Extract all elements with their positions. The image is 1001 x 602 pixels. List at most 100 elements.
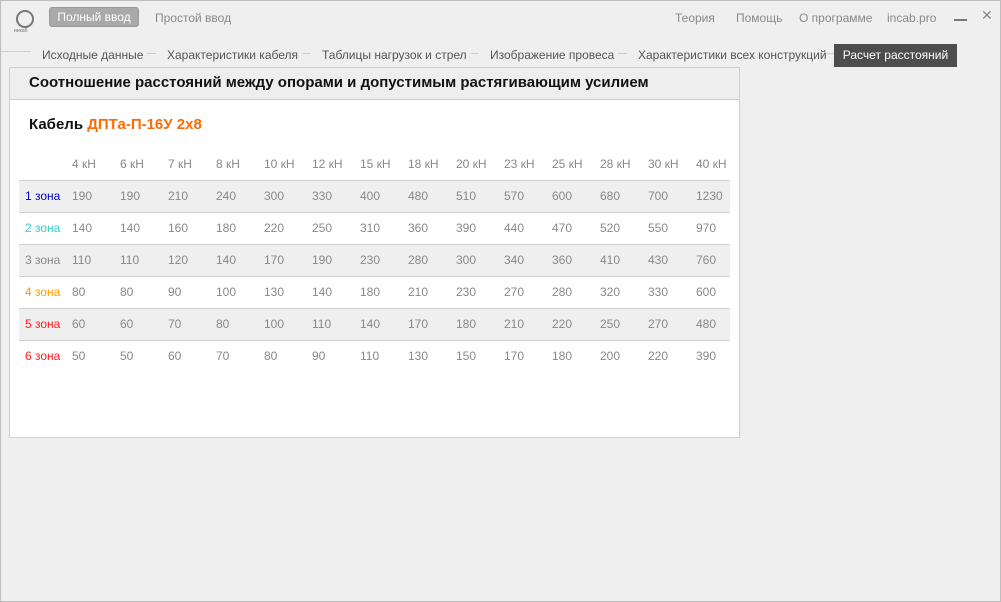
cable-label: Кабель	[29, 116, 84, 133]
about-link[interactable]: О программе	[799, 11, 872, 25]
table-row: 4 зона 80 80 90 100 130 140 180 210 230 270 280 320 3…	[19, 275, 730, 308]
tab-separator	[618, 53, 627, 54]
column-header: 23 кН	[504, 156, 535, 171]
distance-cell: 130	[259, 275, 307, 308]
distance-cell: 410	[595, 243, 643, 276]
column-header: 6 кН	[120, 156, 144, 171]
distance-cell: 320	[595, 275, 643, 308]
distance-cell: 170	[403, 307, 451, 340]
tab-distance-calc[interactable]: Расчет расстояний	[834, 44, 957, 67]
distance-cell: 210	[403, 275, 451, 308]
distance-cell: 220	[643, 339, 691, 372]
tab-cable-characteristics[interactable]: Характеристики кабеля	[167, 48, 298, 62]
column-header: 30 кН	[648, 156, 679, 171]
distance-cell: 140	[307, 275, 355, 308]
distance-cell: 180	[355, 275, 403, 308]
distance-cell: 100	[211, 275, 259, 308]
distance-cell: 140	[67, 211, 115, 244]
distance-cell: 230	[355, 243, 403, 276]
column-header: 15 кН	[360, 156, 391, 171]
cable-name: ДПТа-П-16У 2х8	[87, 116, 202, 133]
distance-cell: 300	[259, 179, 307, 212]
tab-separator	[470, 53, 479, 54]
distance-cell: 100	[259, 307, 307, 340]
distance-table: 4 кН 6 кН 7 кН 8 кН 10 кН 12 кН 15 кН 18 кН 20 к…	[19, 148, 730, 372]
distance-cell: 60	[115, 307, 163, 340]
distance-cell: 140	[115, 211, 163, 244]
distance-cell: 680	[595, 179, 643, 212]
distance-cell: 110	[355, 339, 403, 372]
distance-cell: 480	[403, 179, 451, 212]
distance-cell: 190	[115, 179, 163, 212]
logo-text: инкаб	[14, 28, 28, 34]
distance-cell: 110	[67, 243, 115, 276]
tab-all-constructions[interactable]: Характеристики всех конструкций	[638, 48, 827, 62]
distance-cell: 510	[451, 179, 499, 212]
distance-cell: 60	[163, 339, 211, 372]
distance-cell: 140	[211, 243, 259, 276]
distance-cell: 50	[67, 339, 115, 372]
column-header: 7 кН	[168, 156, 192, 171]
distance-cell: 400	[355, 179, 403, 212]
distance-cell: 550	[643, 211, 691, 244]
distance-cell: 90	[307, 339, 355, 372]
distance-cell: 600	[691, 275, 730, 308]
tab-separator	[302, 53, 311, 54]
distance-cell: 700	[643, 179, 691, 212]
column-header: 12 кН	[312, 156, 343, 171]
distance-cell: 1230	[691, 179, 730, 212]
distance-cell: 80	[259, 339, 307, 372]
distance-cell: 330	[307, 179, 355, 212]
distance-cell: 570	[499, 179, 547, 212]
distance-cell: 230	[451, 275, 499, 308]
theory-link[interactable]: Теория	[675, 11, 715, 25]
site-link[interactable]: incab.pro	[887, 11, 936, 25]
distance-cell: 280	[547, 275, 595, 308]
distance-cell: 760	[691, 243, 730, 276]
distance-cell: 70	[211, 339, 259, 372]
minimize-icon[interactable]	[954, 9, 967, 21]
distance-cell: 170	[259, 243, 307, 276]
distance-cell: 390	[451, 211, 499, 244]
zone-label: 3 зона	[19, 243, 67, 276]
distance-cell: 270	[499, 275, 547, 308]
distance-cell: 120	[163, 243, 211, 276]
distance-cell: 310	[355, 211, 403, 244]
zone-label: 2 зона	[19, 211, 67, 244]
distance-cell: 340	[499, 243, 547, 276]
distance-cell: 60	[67, 307, 115, 340]
zone-label: 1 зона	[19, 179, 67, 212]
tab-separator	[147, 53, 156, 54]
distance-cell: 360	[547, 243, 595, 276]
distance-cell: 80	[67, 275, 115, 308]
tab-source-data[interactable]: Исходные данные	[42, 48, 143, 62]
distance-cell: 250	[595, 307, 643, 340]
column-header: 8 кН	[216, 156, 240, 171]
distance-cell: 330	[643, 275, 691, 308]
logo-icon	[16, 10, 34, 28]
column-header: 4 кН	[72, 156, 96, 171]
distance-cell: 170	[499, 339, 547, 372]
distance-cell: 430	[643, 243, 691, 276]
column-header: 40 кН	[696, 156, 727, 171]
distance-cell: 520	[595, 211, 643, 244]
distance-cell: 180	[211, 211, 259, 244]
distance-cell: 110	[115, 243, 163, 276]
distance-cell: 180	[451, 307, 499, 340]
distance-cell: 160	[163, 211, 211, 244]
close-icon[interactable]: ✕	[981, 7, 993, 24]
distance-panel: Соотношение расстояний между опорами и д…	[9, 67, 740, 438]
column-header: 18 кН	[408, 156, 439, 171]
full-input-button[interactable]: Полный ввод	[49, 7, 139, 27]
distance-cell: 280	[403, 243, 451, 276]
tab-load-tables[interactable]: Таблицы нагрузок и стрел	[322, 48, 467, 62]
tab-sag-image[interactable]: Изображение провеса	[490, 48, 614, 62]
column-header: 20 кН	[456, 156, 487, 171]
help-link[interactable]: Помощь	[736, 11, 782, 25]
distance-cell: 390	[691, 339, 730, 372]
distance-cell: 80	[211, 307, 259, 340]
simple-input-link[interactable]: Простой ввод	[155, 11, 231, 25]
distance-cell: 470	[547, 211, 595, 244]
distance-cell: 600	[547, 179, 595, 212]
table-header-row: 4 кН 6 кН 7 кН 8 кН 10 кН 12 кН 15 кН 18 кН 20 к…	[19, 148, 730, 180]
